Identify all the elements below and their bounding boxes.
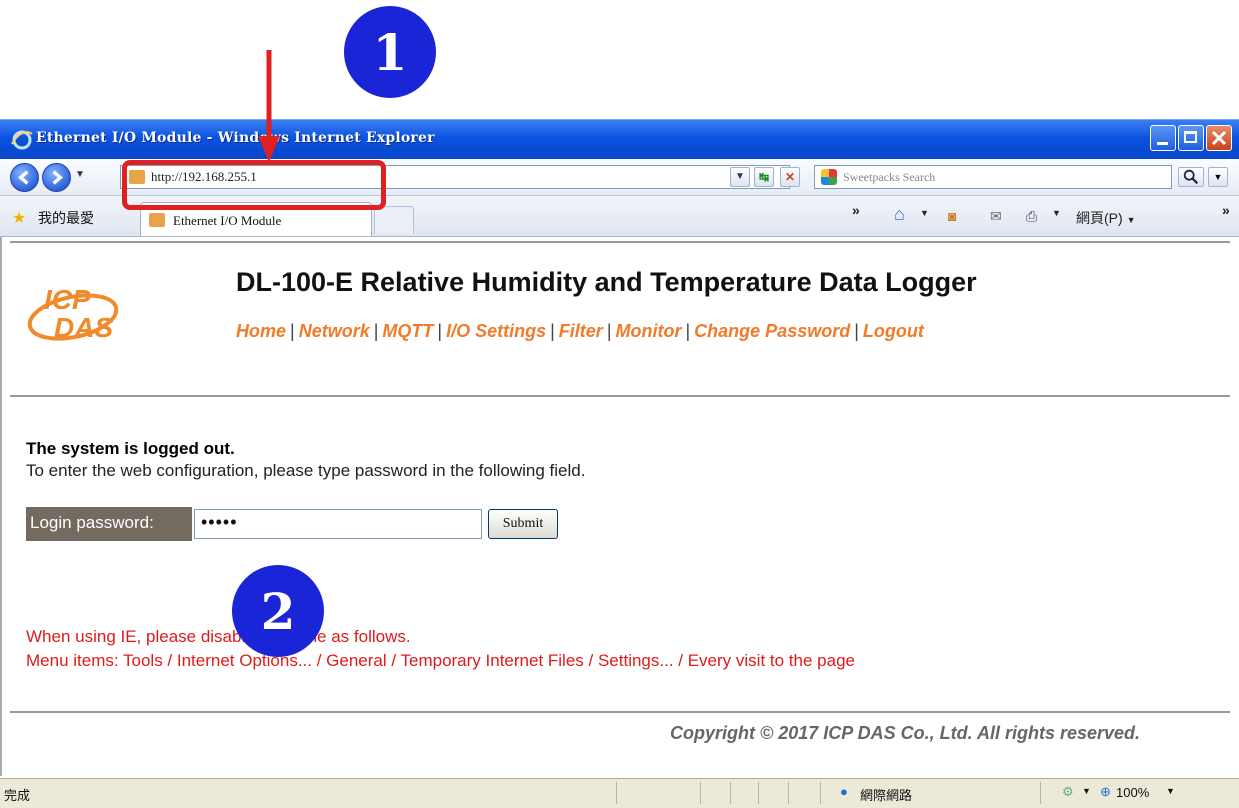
logo-text-bottom: DAS — [54, 312, 113, 343]
home-icon[interactable]: ⌂ — [894, 204, 905, 225]
title-bar: Ethernet I/O Module - Windows Internet E… — [0, 119, 1239, 160]
refresh-button[interactable]: ↹ — [754, 167, 774, 187]
top-divider — [10, 241, 1230, 243]
close-icon — [1211, 130, 1227, 146]
menu-home[interactable]: Home — [236, 321, 286, 341]
red-arrow-icon — [258, 50, 280, 162]
password-field[interactable]: ••••• — [194, 509, 482, 539]
stop-button[interactable]: ✕ — [780, 167, 800, 187]
menu-filter[interactable]: Filter — [559, 321, 603, 341]
home-dropdown-icon[interactable]: ▼ — [920, 208, 929, 218]
status-divider — [730, 782, 731, 804]
page-menu-label: 網頁(P) — [1076, 210, 1123, 226]
close-button[interactable] — [1206, 125, 1232, 151]
tab-favicon-icon — [149, 213, 165, 227]
favorites-label[interactable]: 我的最愛 — [38, 208, 94, 228]
step-badge-1: 1 — [344, 6, 436, 98]
browser-window: Ethernet I/O Module - Windows Internet E… — [0, 119, 1239, 808]
status-divider — [700, 782, 701, 804]
maximize-button[interactable] — [1178, 125, 1204, 151]
page-menu[interactable]: 網頁(P) ▼ — [1076, 208, 1135, 228]
header-divider — [10, 395, 1230, 397]
footer-divider — [10, 711, 1230, 713]
step-badge-2: 2 — [232, 565, 324, 657]
forward-arrow-icon — [52, 170, 63, 185]
logged-out-instructions: To enter the web configuration, please t… — [26, 461, 586, 480]
internet-zone-label: 網際網路 — [860, 788, 913, 803]
page-title: DL-100-E Relative Humidity and Temperatu… — [236, 267, 977, 297]
print-icon[interactable]: ⎙ — [1026, 208, 1037, 225]
ie-cache-menu-path: Menu items: Tools / Internet Options... … — [26, 651, 855, 670]
mail-icon[interactable]: ✉ — [990, 208, 1002, 225]
back-arrow-icon — [18, 170, 29, 185]
menu-network[interactable]: Network — [299, 321, 370, 341]
minimize-button[interactable] — [1150, 125, 1176, 151]
page-menu-dropdown-icon: ▼ — [1126, 215, 1136, 225]
address-dropdown-icon[interactable]: ▼ — [730, 167, 750, 187]
protected-mode-icon[interactable]: ⚙ — [1062, 784, 1074, 800]
status-divider — [788, 782, 789, 804]
tab-label: Ethernet I/O Module — [173, 213, 282, 228]
menu-mqtt[interactable]: MQTT — [382, 321, 433, 341]
history-dropdown-icon[interactable]: ▼ — [75, 169, 85, 180]
search-box[interactable]: Sweetpacks Search — [814, 165, 1172, 189]
feeds-icon[interactable]: ◙ — [948, 208, 956, 224]
status-bar: 完成 ● 網際網路 ⚙ ▼ ⊕ 100% ▼ — [0, 778, 1239, 808]
address-highlight-box — [122, 160, 386, 210]
status-text: 完成 — [4, 788, 31, 803]
logged-out-title: The system is logged out. — [26, 439, 235, 458]
forward-button[interactable] — [42, 163, 71, 192]
copyright: Copyright © 2017 ICP DAS Co., Ltd. All r… — [670, 723, 1141, 743]
magnifier-icon — [1183, 169, 1199, 185]
back-button[interactable] — [10, 163, 39, 192]
ie-cache-note: When using IE, please disable its cache … — [26, 627, 411, 646]
sweetpacks-logo-icon — [821, 169, 837, 185]
menu-io-settings[interactable]: I/O Settings — [446, 321, 546, 341]
menu-logout[interactable]: Logout — [863, 321, 924, 341]
window-title: Ethernet I/O Module - Windows Internet E… — [36, 130, 435, 146]
search-placeholder: Sweetpacks Search — [843, 170, 936, 184]
menu-monitor[interactable]: Monitor — [616, 321, 682, 341]
zoom-icon[interactable]: ⊕ — [1100, 784, 1111, 800]
new-tab-button[interactable] — [374, 206, 414, 234]
search-options-icon[interactable]: ▼ — [1208, 167, 1228, 187]
zoom-level[interactable]: 100% — [1116, 785, 1149, 800]
zoom-dropdown-icon[interactable]: ▼ — [1166, 786, 1175, 796]
status-divider — [616, 782, 617, 804]
logo-text-top: ICP — [44, 284, 91, 315]
web-page: ICP DAS DL-100-E Relative Humidity and T… — [0, 237, 1239, 776]
toolbar-overflow-icon[interactable]: » — [1222, 202, 1230, 218]
main-menu: Home | Network | MQTT | I/O Settings | Filter | Mo… — [236, 321, 924, 341]
internet-globe-icon: ● — [840, 784, 848, 799]
ie-logo-icon — [11, 130, 33, 150]
overflow-chevron-icon[interactable]: » — [852, 202, 860, 218]
search-button[interactable] — [1178, 167, 1204, 187]
icp-das-logo: ICP DAS — [27, 284, 119, 343]
favorites-star-icon[interactable]: ★ — [12, 208, 26, 228]
protected-mode-dropdown-icon[interactable]: ▼ — [1082, 786, 1091, 796]
submit-button[interactable]: Submit — [488, 509, 558, 539]
status-divider — [1040, 782, 1041, 804]
print-dropdown-icon[interactable]: ▼ — [1052, 208, 1061, 218]
status-divider — [820, 782, 821, 804]
password-label: Login password: — [26, 507, 192, 541]
menu-change-password[interactable]: Change Password — [694, 321, 850, 341]
status-divider — [758, 782, 759, 804]
